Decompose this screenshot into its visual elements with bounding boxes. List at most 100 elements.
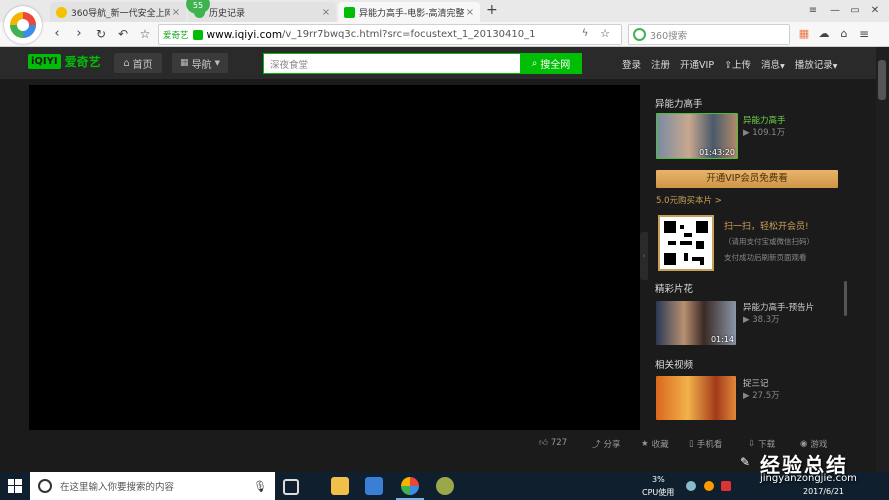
download-icon: ⇩ (748, 439, 756, 449)
vip-button[interactable]: 开通VIP会员免费看 (656, 170, 838, 188)
close-window-button[interactable]: ✕ (866, 3, 884, 19)
user-icon[interactable]: ⌂ (835, 25, 853, 43)
favorite-button[interactable]: ★ 收藏 (641, 438, 669, 450)
tray-red-icon[interactable] (721, 481, 731, 491)
nav-register[interactable]: 注册 (651, 57, 670, 71)
sidebar-panel: 异能力高手 01:43:20 异能力高手 ▶ 109.1万 开通VIP会员免费看… (648, 85, 848, 430)
tab-360-nav[interactable]: 360导航_新一代安全上网导 × (50, 2, 186, 22)
play-count-icon: ▶ (743, 315, 753, 325)
site-search-placeholder: 深夜食堂 (270, 60, 309, 71)
sidebar-scrollbar[interactable] (844, 281, 847, 316)
file-explorer-icon[interactable] (331, 477, 349, 495)
iqiyi-logo-badge: iQIYI (28, 54, 61, 69)
url-path: /v_19rr7bwq3c.html?src=focustext_1_20130… (282, 29, 536, 40)
duration-label: 01:14 (710, 335, 734, 344)
main-video-thumbnail[interactable]: 01:43:20 (656, 113, 738, 159)
share-button[interactable]: ⤴ 分享 (592, 438, 621, 450)
clip-views: ▶ 38.3万 (743, 315, 780, 325)
task-view-icon[interactable] (283, 479, 299, 495)
related-views: ▶ 27.5万 (743, 391, 780, 401)
search-box-360[interactable]: 360搜索 (628, 24, 790, 45)
shield-icon (192, 29, 203, 40)
iqiyi-logo[interactable]: iQIYI 爱奇艺 (28, 53, 101, 70)
duration-label: 01:43:20 (699, 148, 735, 157)
clip-thumbnail[interactable]: 01:14 (656, 301, 736, 345)
grid-icon: ▦ (180, 58, 189, 68)
maximize-button[interactable]: ▭ (846, 3, 864, 19)
play-count-icon: ▶ (743, 391, 753, 401)
chevron-down-icon: ▼ (780, 63, 785, 70)
video-player[interactable] (29, 85, 640, 430)
tab-history[interactable]: 历史记录 × (188, 2, 336, 22)
browser-toolbar: ‹ › ↻ ↶ ☆ 爱奇艺 www.iqiyi.com /v_19rr7bwq3… (0, 22, 889, 47)
main-video-views: ▶ 109.1万 (743, 128, 786, 138)
360-browser-taskbar-icon[interactable] (401, 477, 419, 495)
qr-title: 扫一扫，轻松开会员! (724, 222, 809, 232)
windows-start-icon[interactable] (8, 479, 22, 493)
close-tab-icon[interactable]: × (464, 7, 476, 18)
menu-icon[interactable]: ≡ (804, 3, 822, 19)
nav-login[interactable]: 登录 (622, 57, 641, 71)
new-tab-button[interactable]: + (486, 2, 498, 18)
taskbar-search[interactable]: 在这里输入你要搜索的内容 🎙︎ (30, 472, 275, 500)
related-section-title: 相关视频 (655, 360, 694, 371)
related-thumbnail[interactable] (656, 376, 736, 420)
cloud-icon[interactable]: ☁ (815, 25, 833, 43)
date-label: 2017/6/21 (803, 487, 845, 496)
url-domain: www.iqiyi.com (206, 28, 283, 41)
clip-title[interactable]: 异能力高手-预告片 (743, 301, 814, 313)
mobile-button[interactable]: ▯ 手机看 (689, 438, 722, 450)
more-menu-icon[interactable]: ≡ (855, 25, 873, 43)
thumbs-up-icon: 👍︎ (539, 438, 548, 448)
search-all-button[interactable]: ⌕ 搜全网 (520, 53, 582, 74)
360-nav-icon (56, 6, 67, 18)
main-video-title[interactable]: 异能力高手 (743, 114, 786, 126)
reload-icon[interactable]: ↻ (92, 25, 110, 43)
bookmark-star-icon[interactable]: ☆ (596, 25, 614, 43)
home-icon: ⌂ (123, 57, 130, 69)
forward-icon[interactable]: › (70, 25, 88, 43)
purchase-link[interactable]: 5.0元购买本片 > (656, 194, 722, 206)
nav-vip[interactable]: 开通VIP (680, 57, 714, 71)
remote-desktop-icon[interactable] (365, 477, 383, 495)
close-tab-icon[interactable]: × (170, 7, 182, 18)
apps-icon[interactable]: ▦ (795, 25, 813, 43)
page-scrollbar[interactable] (876, 47, 889, 472)
tab-label: 历史记录 (209, 8, 246, 19)
nav-messages[interactable]: 消息▼ (761, 57, 785, 71)
tab-label: 异能力高手-电影-高清完整版 (359, 8, 464, 19)
phone-icon: ▯ (689, 439, 694, 449)
site-search-input[interactable]: 深夜食堂 (263, 53, 521, 74)
share-icon: ⤴ (592, 440, 601, 450)
tray-user-icon[interactable] (686, 481, 696, 491)
like-button[interactable]: 👍︎ 727 (539, 438, 567, 448)
nav-home[interactable]: ⌂ 首页 (114, 53, 162, 73)
scrollbar-thumb[interactable] (878, 60, 886, 100)
star-icon: ★ (641, 439, 649, 449)
360-browser-logo[interactable] (4, 6, 42, 44)
undo-icon[interactable]: ↶ (114, 25, 132, 43)
player-action-bar: 👍︎ 727 ⤴ 分享 ★ 收藏 ▯ 手机看 ⇩ 下载 ◉ 游戏 (29, 433, 848, 455)
microphone-icon[interactable]: 🎙︎ (253, 480, 267, 493)
nav-history[interactable]: 播放记录▼ (795, 57, 838, 71)
sidebar-collapse-handle[interactable]: ‹ (640, 232, 648, 280)
qr-subtitle-2: 支付成功后刷新页面观看 (724, 253, 807, 262)
cortana-icon (38, 479, 52, 493)
minimize-button[interactable]: — (826, 3, 844, 19)
search-placeholder: 360搜索 (650, 30, 688, 42)
star-icon[interactable]: ☆ (136, 25, 154, 43)
back-icon[interactable]: ‹ (48, 25, 66, 43)
related-title[interactable]: 捉三记 (743, 377, 769, 389)
nav-home-label: 首页 (132, 59, 153, 71)
nav-guide[interactable]: ▦ 导航 ▼ (172, 53, 228, 73)
tab-iqiyi-active[interactable]: 异能力高手-电影-高清完整版 × (338, 2, 480, 22)
close-tab-icon[interactable]: × (320, 7, 332, 18)
search-icon: ⌕ (531, 58, 538, 69)
watermark-pin-icon: ✎ (740, 455, 751, 469)
nav-upload[interactable]: ⇪上传 (724, 57, 751, 71)
chevron-down-icon: ▼ (832, 63, 838, 70)
app-taskbar-icon[interactable] (436, 477, 454, 495)
lightning-icon[interactable]: ϟ (576, 25, 594, 43)
address-bar[interactable]: 爱奇艺 www.iqiyi.com /v_19rr7bwq3c.html?src… (158, 24, 622, 45)
tray-orange-icon[interactable] (704, 481, 714, 491)
